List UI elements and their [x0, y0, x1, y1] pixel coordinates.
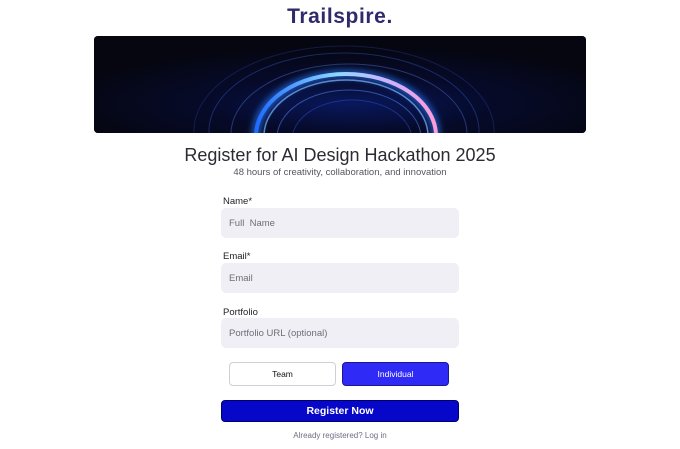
page-subtitle: 48 hours of creativity, collaboration, a…	[233, 167, 447, 178]
brand-logo: Trailspire.	[287, 5, 393, 28]
name-input[interactable]	[221, 208, 459, 238]
team-option-button[interactable]: Team	[229, 362, 336, 386]
email-input[interactable]	[221, 263, 459, 293]
login-prompt: Already registered? Log in	[0, 431, 680, 440]
individual-option-button[interactable]: Individual	[342, 362, 449, 386]
portfolio-label: Portfolio	[223, 307, 258, 318]
portfolio-input[interactable]	[221, 318, 459, 348]
login-prompt-text: Already registered?	[293, 431, 363, 440]
glowing-rings-graphic	[94, 36, 586, 133]
email-label: Email*	[223, 251, 251, 262]
registration-page: Trailspire. Register for AI Design Hacka…	[0, 0, 680, 449]
login-link[interactable]: Log in	[365, 431, 387, 440]
register-now-button[interactable]: Register Now	[221, 400, 459, 422]
page-title: Register for AI Design Hackathon 2025	[184, 145, 496, 165]
name-label: Name*	[223, 196, 253, 207]
hero-banner-image	[94, 36, 586, 133]
